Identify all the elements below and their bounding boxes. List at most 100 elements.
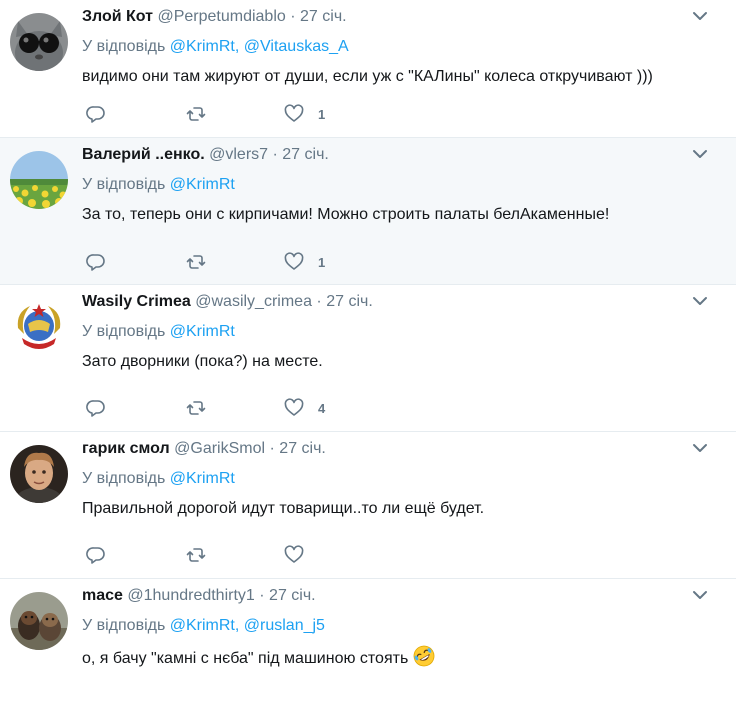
tweet-header: гарик смол @GarikSmol · 27 січ. xyxy=(82,438,326,460)
username[interactable]: @GarikSmol xyxy=(174,440,265,457)
timestamp[interactable]: 27 січ. xyxy=(300,8,347,25)
like-button[interactable]: 1 xyxy=(284,251,325,273)
reply-prefix: У відповідь xyxy=(82,470,166,487)
avatar[interactable] xyxy=(10,151,68,209)
cat-avatar-icon xyxy=(10,13,68,71)
reply-context: У відповідь @KrimRt xyxy=(82,174,235,196)
reply-context: У відповідь @KrimRt xyxy=(82,321,235,343)
mention-link[interactable]: @KrimRt xyxy=(170,470,235,487)
tweet-header: Валерий ..енко. @vlers7 · 27 січ. xyxy=(82,144,329,166)
username[interactable]: @1hundredthirty1 xyxy=(127,587,254,604)
emblem-avatar-icon xyxy=(10,298,68,356)
reply-prefix: У відповідь xyxy=(82,38,166,55)
like-button[interactable]: 1 xyxy=(284,103,325,125)
reply-prefix: У відповідь xyxy=(82,617,166,634)
retweet-icon xyxy=(186,107,206,121)
timestamp[interactable]: 27 січ. xyxy=(279,440,326,457)
username[interactable]: @wasily_crimea xyxy=(195,293,312,310)
portrait-avatar-icon xyxy=(10,445,68,503)
tweet-header: Wasily Crimea @wasily_crimea · 27 січ. xyxy=(82,291,373,313)
chevron-down-icon[interactable] xyxy=(692,10,708,22)
tweet[interactable]: Валерий ..енко. @vlers7 · 27 січ. У відп… xyxy=(0,138,736,285)
username[interactable]: @vlers7 xyxy=(209,146,268,163)
tweet-header: mace @1hundredthirty1 · 27 січ. xyxy=(82,585,316,607)
timestamp[interactable]: 27 січ. xyxy=(326,293,373,310)
reply-button[interactable] xyxy=(86,544,106,566)
avatar[interactable] xyxy=(10,298,68,356)
mention-link[interactable]: @KrimRt, xyxy=(170,617,240,634)
display-name[interactable]: Злой Кот xyxy=(82,8,153,25)
reply-icon xyxy=(86,547,105,564)
dogs-avatar-icon xyxy=(10,592,68,650)
like-count: 1 xyxy=(318,106,326,122)
tweet-actions: 1 xyxy=(82,251,382,273)
tweet[interactable]: mace @1hundredthirty1 · 27 січ. У відпов… xyxy=(0,579,736,723)
chevron-down-icon[interactable] xyxy=(692,589,708,601)
heart-icon xyxy=(284,398,304,416)
reply-button[interactable] xyxy=(86,103,106,125)
tweet-text: Зато дворники (пока?) на месте. xyxy=(82,353,323,370)
avatar[interactable] xyxy=(10,445,68,503)
reply-button[interactable] xyxy=(86,397,106,419)
retweet-icon xyxy=(186,548,206,562)
tweet-actions xyxy=(82,544,382,566)
mention-link[interactable]: @KrimRt, xyxy=(170,38,240,55)
retweet-icon xyxy=(186,255,206,269)
separator: · xyxy=(290,8,296,25)
like-count: 1 xyxy=(318,254,326,270)
tweet-text-row: о, я бачу "камні с нєба" під машиною сто… xyxy=(82,645,435,670)
username[interactable]: @Perpetumdiablo xyxy=(157,8,285,25)
separator: · xyxy=(272,146,278,163)
chevron-down-icon[interactable] xyxy=(692,148,708,160)
retweet-button[interactable] xyxy=(186,251,206,273)
tweet[interactable]: Wasily Crimea @wasily_crimea · 27 січ. У… xyxy=(0,285,736,432)
reply-context: У відповідь @KrimRt, @Vitauskas_A xyxy=(82,36,349,58)
reply-icon xyxy=(86,106,105,123)
tweet-text: видимо они там жируют от души, если уж с… xyxy=(82,68,653,85)
reply-context: У відповідь @KrimRt, @ruslan_j5 xyxy=(82,615,325,637)
mention-link[interactable]: @KrimRt xyxy=(170,323,235,340)
reply-prefix: У відповідь xyxy=(82,176,166,193)
retweet-button[interactable] xyxy=(186,397,206,419)
display-name[interactable]: гарик смол xyxy=(82,440,170,457)
reply-prefix: У відповідь xyxy=(82,323,166,340)
separator: · xyxy=(316,293,322,310)
separator: · xyxy=(259,587,265,604)
tweet-header: Злой Кот @Perpetumdiablo · 27 січ. xyxy=(82,6,347,28)
tweet-text: о, я бачу "камні с нєба" під машиною сто… xyxy=(82,650,409,667)
reply-icon xyxy=(86,254,105,271)
mention-link[interactable]: @KrimRt xyxy=(170,176,235,193)
mention-link[interactable]: @Vitauskas_A xyxy=(244,38,349,55)
retweet-icon xyxy=(186,401,206,415)
heart-icon xyxy=(284,252,304,270)
chevron-down-icon[interactable] xyxy=(692,295,708,307)
timestamp[interactable]: 27 січ. xyxy=(282,146,329,163)
avatar[interactable] xyxy=(10,13,68,71)
retweet-button[interactable] xyxy=(186,103,206,125)
separator: · xyxy=(269,440,275,457)
rolling-laughing-emoji-icon xyxy=(413,645,435,667)
heart-icon xyxy=(284,545,304,563)
display-name[interactable]: Валерий ..енко. xyxy=(82,146,205,163)
avatar[interactable] xyxy=(10,592,68,650)
heart-icon xyxy=(284,104,304,122)
reply-context: У відповідь @KrimRt xyxy=(82,468,235,490)
tweet-actions: 1 xyxy=(82,103,382,125)
retweet-button[interactable] xyxy=(186,544,206,566)
tweet-actions: 4 xyxy=(82,397,382,419)
timestamp[interactable]: 27 січ. xyxy=(269,587,316,604)
chevron-down-icon[interactable] xyxy=(692,442,708,454)
mention-link[interactable]: @ruslan_j5 xyxy=(244,617,325,634)
like-button[interactable]: 4 xyxy=(284,397,325,419)
like-count: 4 xyxy=(318,400,326,416)
reply-button[interactable] xyxy=(86,251,106,273)
display-name[interactable]: Wasily Crimea xyxy=(82,293,191,310)
field-avatar-icon xyxy=(10,151,68,209)
tweet[interactable]: Злой Кот @Perpetumdiablo · 27 січ. У від… xyxy=(0,0,736,138)
like-button[interactable] xyxy=(284,544,318,566)
tweet-text: За то, теперь они с кирпичами! Можно стр… xyxy=(82,206,610,223)
reply-icon xyxy=(86,400,105,417)
tweet[interactable]: гарик смол @GarikSmol · 27 січ. У відпов… xyxy=(0,432,736,579)
display-name[interactable]: mace xyxy=(82,587,123,604)
tweet-text: Правильной дорогой идут товарищи..то ли … xyxy=(82,500,485,517)
